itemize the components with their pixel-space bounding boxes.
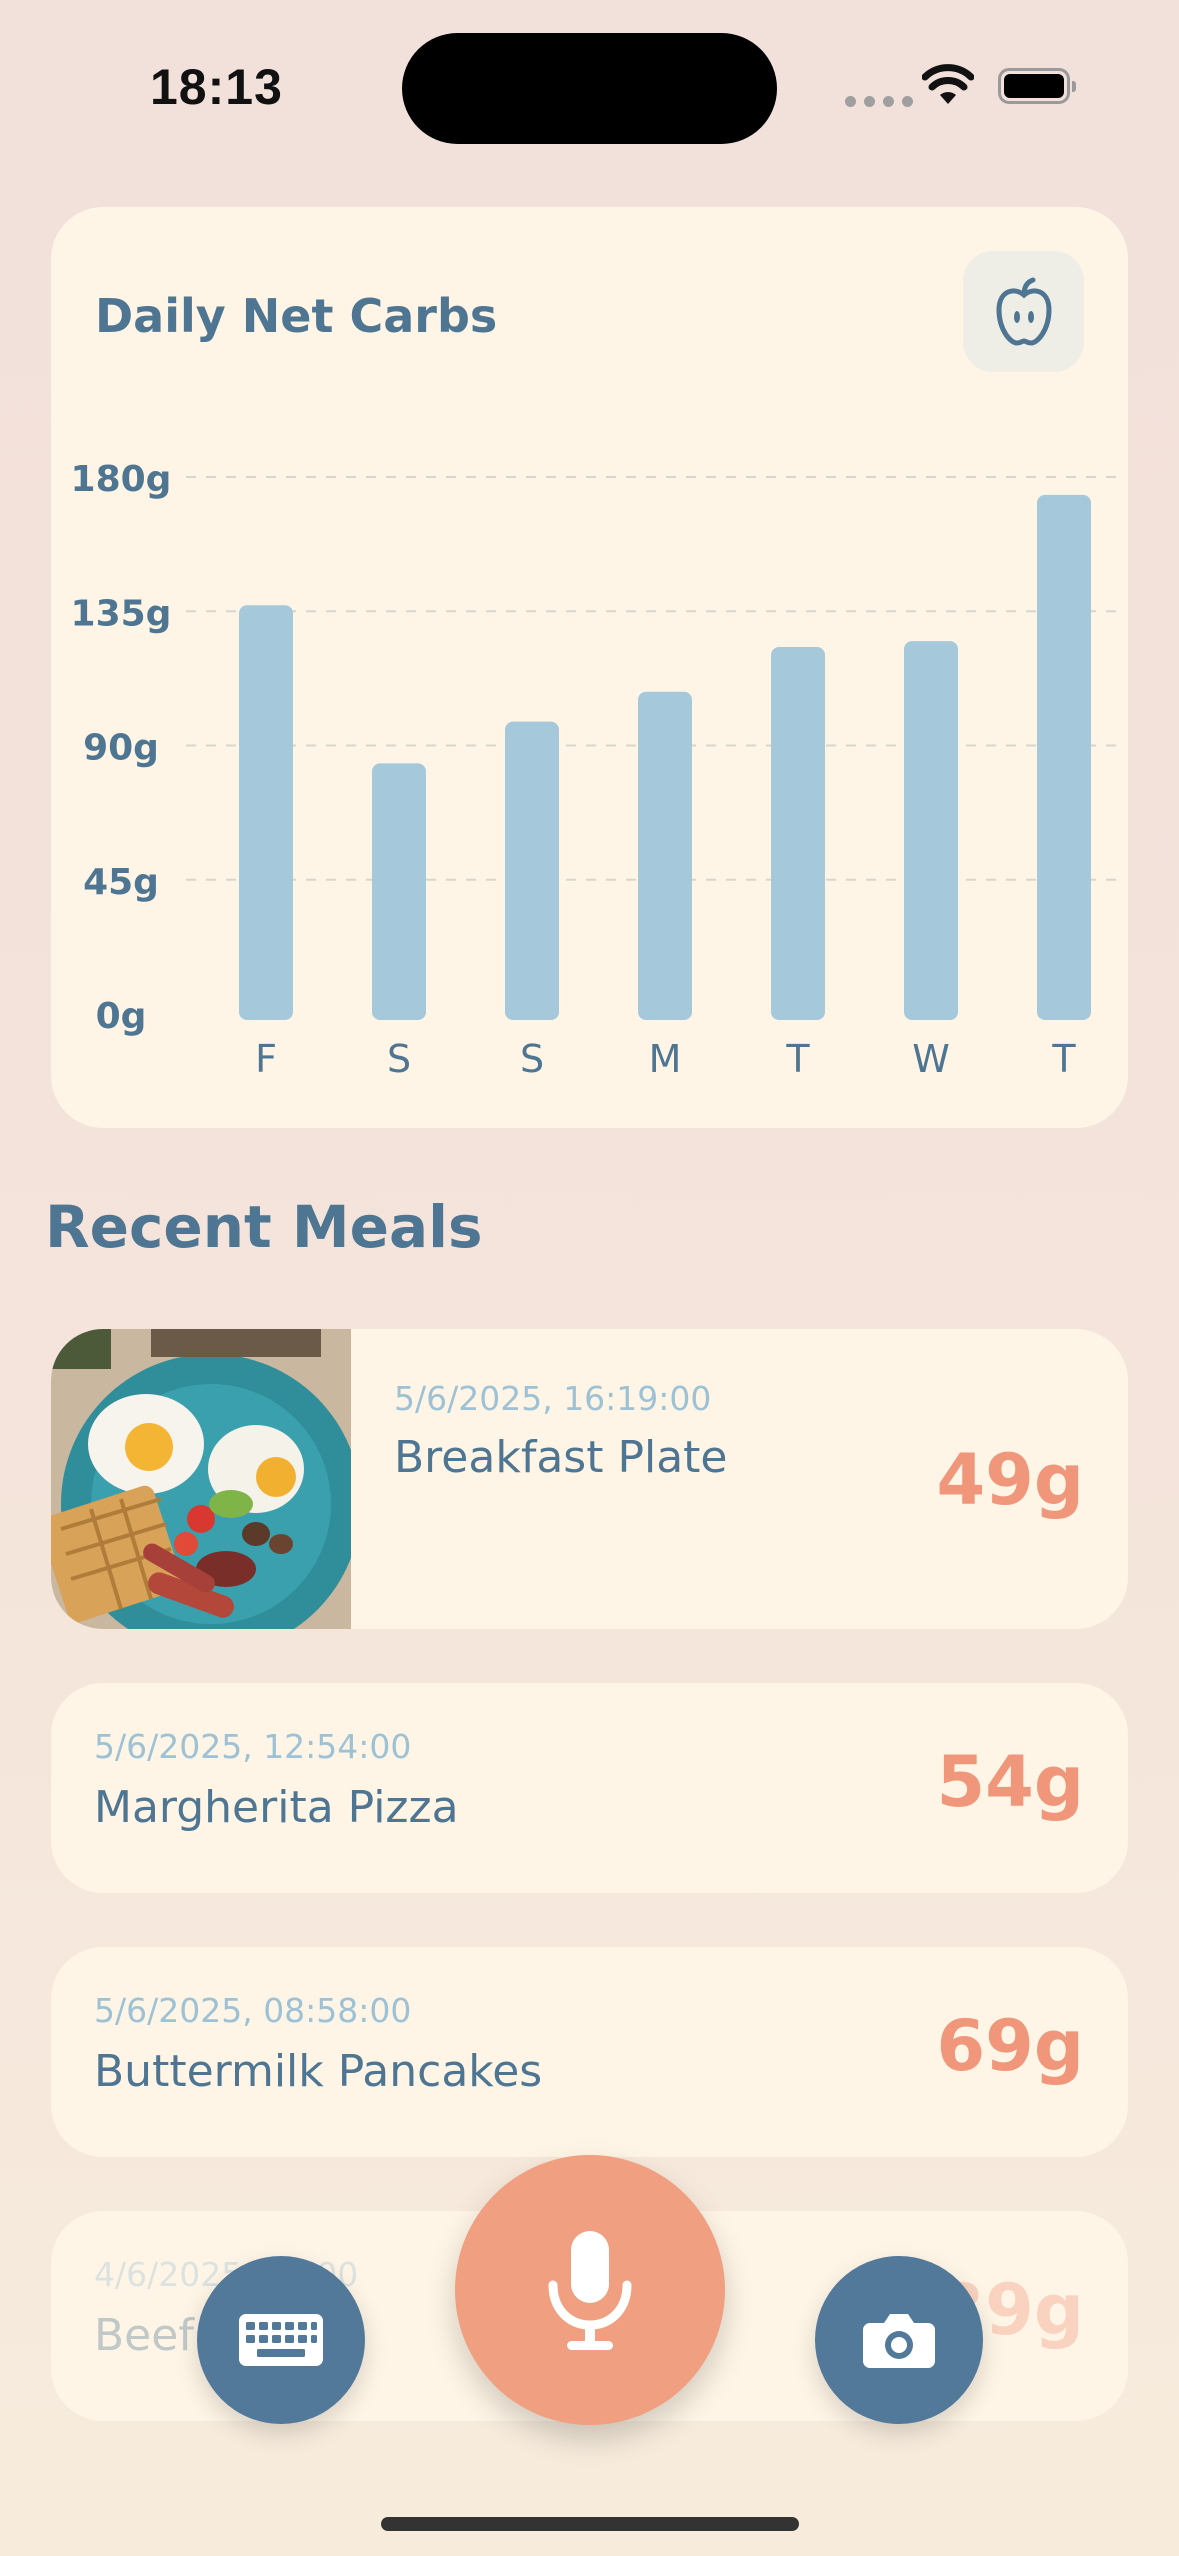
recent-meals-title: Recent Meals (45, 1193, 483, 1261)
meal-name: Margherita Pizza (94, 1782, 459, 1833)
y-tick-label: 90g (83, 728, 159, 769)
meal-carbs: 54g (936, 1741, 1084, 1823)
meal-card-buttermilk-pancakes[interactable]: 5/6/2025, 08:58:00 Buttermilk Pancakes 6… (51, 1947, 1128, 2157)
status-time: 18:13 (150, 59, 283, 115)
meal-time: 5/6/2025, 12:54:00 (94, 1727, 412, 1766)
keyboard-icon (239, 2314, 323, 2366)
meal-time: 5/6/2025, 16:19:00 (394, 1379, 712, 1418)
carbs-bar-chart: 0g 45g 90g 135g 180g F S S M T W T (71, 459, 1121, 1081)
meal-carbs: 49g (936, 1439, 1084, 1521)
meal-card-breakfast-plate[interactable]: 5/6/2025, 16:19:00 Breakfast Plate 49g (51, 1329, 1128, 1629)
cellular-signal-icon (845, 96, 913, 107)
home-indicator (381, 2517, 799, 2531)
x-tick-label: M (649, 1037, 682, 1081)
voice-input-button[interactable] (455, 2155, 725, 2425)
wifi-icon (922, 64, 974, 104)
chart-bar (638, 691, 692, 1020)
x-tick-label: S (520, 1037, 544, 1081)
x-tick-label: F (255, 1037, 277, 1081)
chart-bar (771, 647, 825, 1020)
x-tick-label: T (785, 1037, 810, 1081)
meal-photo (51, 1329, 351, 1629)
meal-card-margherita-pizza[interactable]: 5/6/2025, 12:54:00 Margherita Pizza 54g (51, 1683, 1128, 1893)
x-tick-label: S (387, 1037, 411, 1081)
battery-icon (998, 68, 1076, 104)
dynamic-island (402, 33, 777, 144)
meal-name: Buttermilk Pancakes (94, 2046, 543, 2097)
x-tick-label: W (912, 1037, 950, 1081)
meal-time: 5/6/2025, 08:58:00 (94, 1991, 412, 2030)
microphone-icon (548, 2231, 632, 2350)
meal-name: Beef (94, 2310, 194, 2361)
y-tick-label: 180g (71, 459, 172, 500)
y-tick-label: 45g (83, 862, 159, 903)
x-tick-label: T (1051, 1037, 1076, 1081)
chart-bar (904, 641, 958, 1020)
meal-name: Breakfast Plate (394, 1432, 728, 1483)
chart-bar (239, 605, 293, 1020)
keyboard-button[interactable] (197, 2256, 365, 2424)
chart-bar (505, 721, 559, 1020)
chart-bar (1037, 494, 1091, 1020)
meal-carbs: 69g (936, 2005, 1084, 2087)
camera-button[interactable] (815, 2256, 983, 2424)
camera-icon (863, 2314, 935, 2368)
y-tick-label: 135g (71, 593, 172, 634)
y-tick-label: 0g (96, 996, 147, 1037)
chart-bar (372, 763, 426, 1020)
daily-net-carbs-card: Daily Net Carbs 0g 45g 90g 135g 180g F S S M T W T (51, 207, 1128, 1128)
